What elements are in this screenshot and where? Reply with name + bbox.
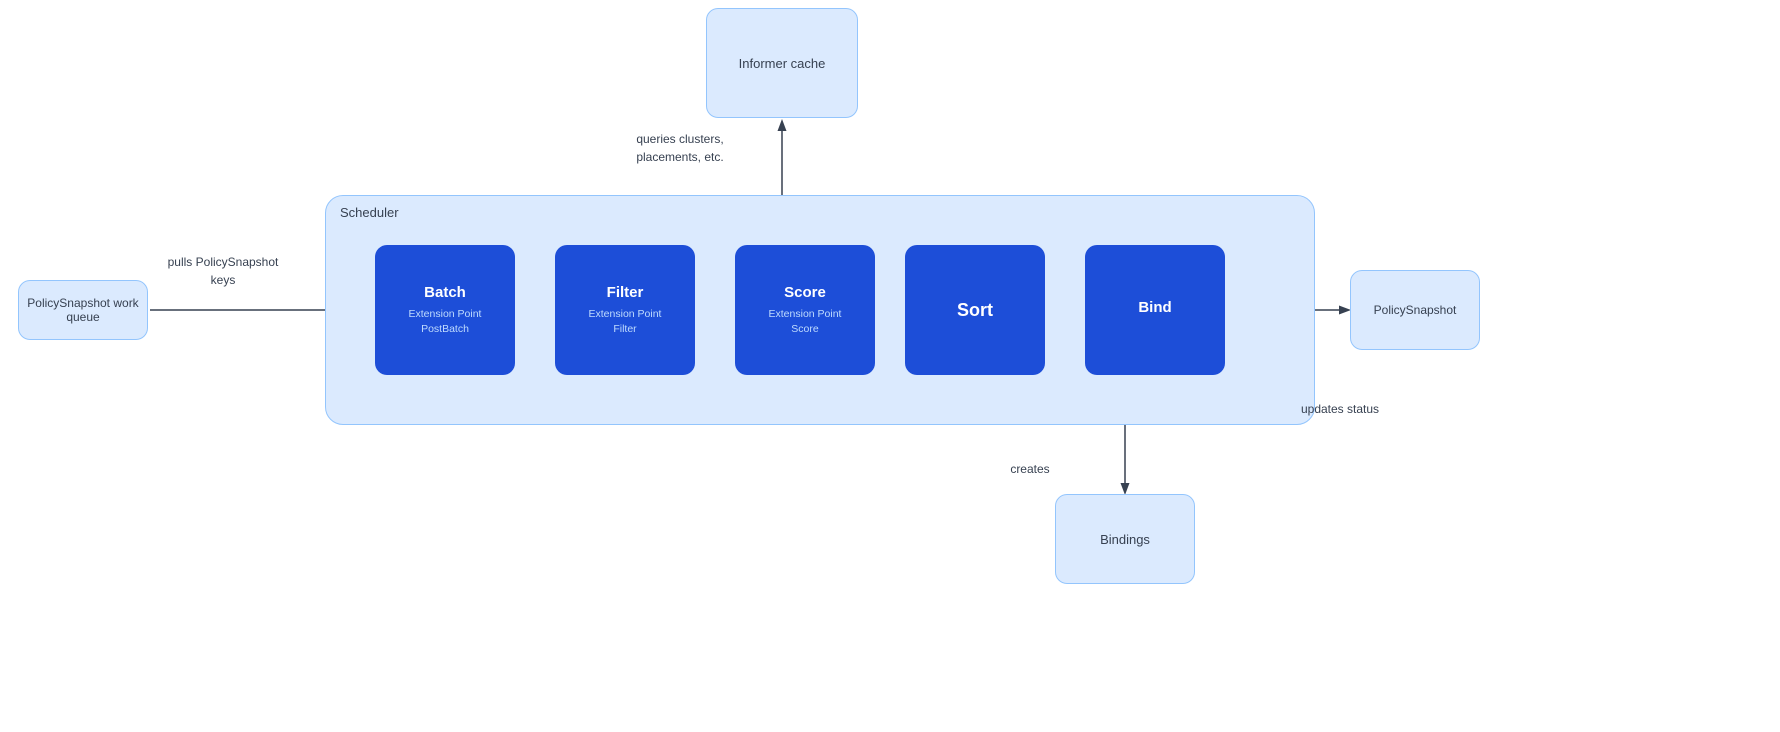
policy-snapshot-output-label: PolicySnapshot: [1374, 303, 1457, 317]
informer-cache-box: Informer cache: [706, 8, 858, 118]
sort-stage-box: Sort: [905, 245, 1045, 375]
score-stage-box: Score Extension PointScore: [735, 245, 875, 375]
batch-stage-box: Batch Extension PointPostBatch: [375, 245, 515, 375]
filter-subtitle: Extension PointFilter: [589, 307, 662, 336]
bindings-box: Bindings: [1055, 494, 1195, 584]
filter-stage-box: Filter Extension PointFilter: [555, 245, 695, 375]
diagram-container: Informer cache PolicySnapshot work queue…: [0, 0, 1780, 732]
policy-snapshot-queue-label: PolicySnapshot work queue: [19, 296, 147, 324]
batch-title: Batch: [424, 284, 466, 301]
batch-subtitle: Extension PointPostBatch: [409, 307, 482, 336]
bindings-label: Bindings: [1100, 532, 1150, 547]
policy-snapshot-queue-box: PolicySnapshot work queue: [18, 280, 148, 340]
policy-snapshot-output-box: PolicySnapshot: [1350, 270, 1480, 350]
annotation-pulls: pulls PolicySnapshot keys: [163, 253, 283, 289]
score-title: Score: [784, 284, 826, 301]
annotation-creates: creates: [990, 460, 1070, 478]
sort-title: Sort: [957, 300, 993, 321]
score-subtitle: Extension PointScore: [769, 307, 842, 336]
filter-title: Filter: [607, 284, 644, 301]
annotation-queries: queries clusters, placements, etc.: [620, 130, 740, 166]
informer-cache-label: Informer cache: [739, 56, 826, 71]
annotation-updates-status: updates status: [1295, 400, 1385, 418]
bind-title: Bind: [1138, 299, 1171, 316]
bind-stage-box: Bind: [1085, 245, 1225, 375]
scheduler-label: Scheduler: [340, 205, 399, 220]
